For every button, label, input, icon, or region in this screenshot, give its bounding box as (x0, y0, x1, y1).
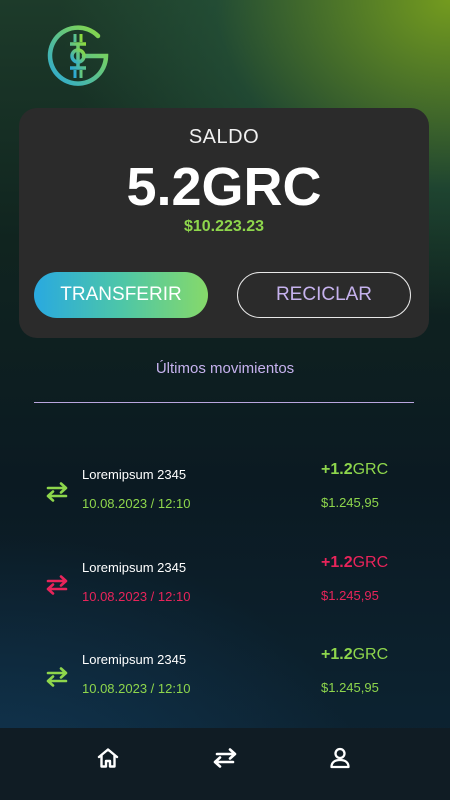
transaction-amount: +1.2GRC (321, 646, 388, 664)
transfer-arrows-icon (213, 748, 237, 768)
balance-amount: 5.2GRC (126, 157, 322, 217)
transaction-row[interactable]: Loremipsum 2345 10.08.2023 / 12:10 +1.2G… (0, 461, 450, 523)
transaction-amount-unit: GRC (352, 554, 389, 571)
balance-label: SALDO (188, 126, 260, 148)
transaction-amount: +1.2GRC (321, 461, 388, 479)
bottom-nav (0, 728, 450, 800)
balance-card: SALDO 5.2GRC $10.223.23 TRANSFERIR RECIC… (19, 108, 429, 338)
transaction-fiat: $1.245,95 (321, 495, 379, 510)
transaction-row[interactable]: Loremipsum 2345 10.08.2023 / 12:10 +1.2G… (0, 646, 450, 708)
transaction-name: Loremipsum 2345 (82, 467, 187, 482)
app-logo (40, 20, 118, 86)
recycle-button[interactable]: RECICLAR (237, 272, 411, 318)
transaction-date: 10.08.2023 / 12:10 (82, 589, 191, 604)
movements-title: Últimos movimientos (155, 360, 295, 377)
transaction-name: Loremipsum 2345 (82, 652, 187, 667)
transfer-button[interactable]: TRANSFERIR (34, 272, 208, 318)
nav-profile-button[interactable] (324, 742, 356, 774)
balance-fiat-value: $10.223.23 (183, 218, 265, 235)
home-icon (97, 748, 119, 768)
transfer-arrows-icon (44, 481, 70, 503)
graincoin-logo-icon (47, 25, 109, 86)
transaction-fiat: $1.245,95 (321, 588, 379, 603)
movements-divider (34, 402, 414, 403)
nav-home-button[interactable] (92, 742, 124, 774)
transaction-amount-value: +1.2 (321, 646, 353, 663)
transaction-amount-unit: GRC (352, 461, 389, 478)
transaction-amount-unit: GRC (352, 646, 389, 663)
transfer-arrows-icon (44, 574, 70, 596)
transaction-date: 10.08.2023 / 12:10 (82, 496, 191, 511)
transfer-arrows-icon (44, 666, 70, 688)
transaction-amount: +1.2GRC (321, 554, 388, 572)
transaction-fiat: $1.245,95 (321, 680, 379, 695)
transaction-row[interactable]: Loremipsum 2345 10.08.2023 / 12:10 +1.2G… (0, 554, 450, 616)
nav-transfers-button[interactable] (209, 742, 241, 774)
transaction-name: Loremipsum 2345 (82, 560, 187, 575)
user-icon (330, 747, 350, 769)
transaction-amount-value: +1.2 (321, 461, 353, 478)
transaction-amount-value: +1.2 (321, 554, 353, 571)
transaction-date: 10.08.2023 / 12:10 (82, 681, 191, 696)
